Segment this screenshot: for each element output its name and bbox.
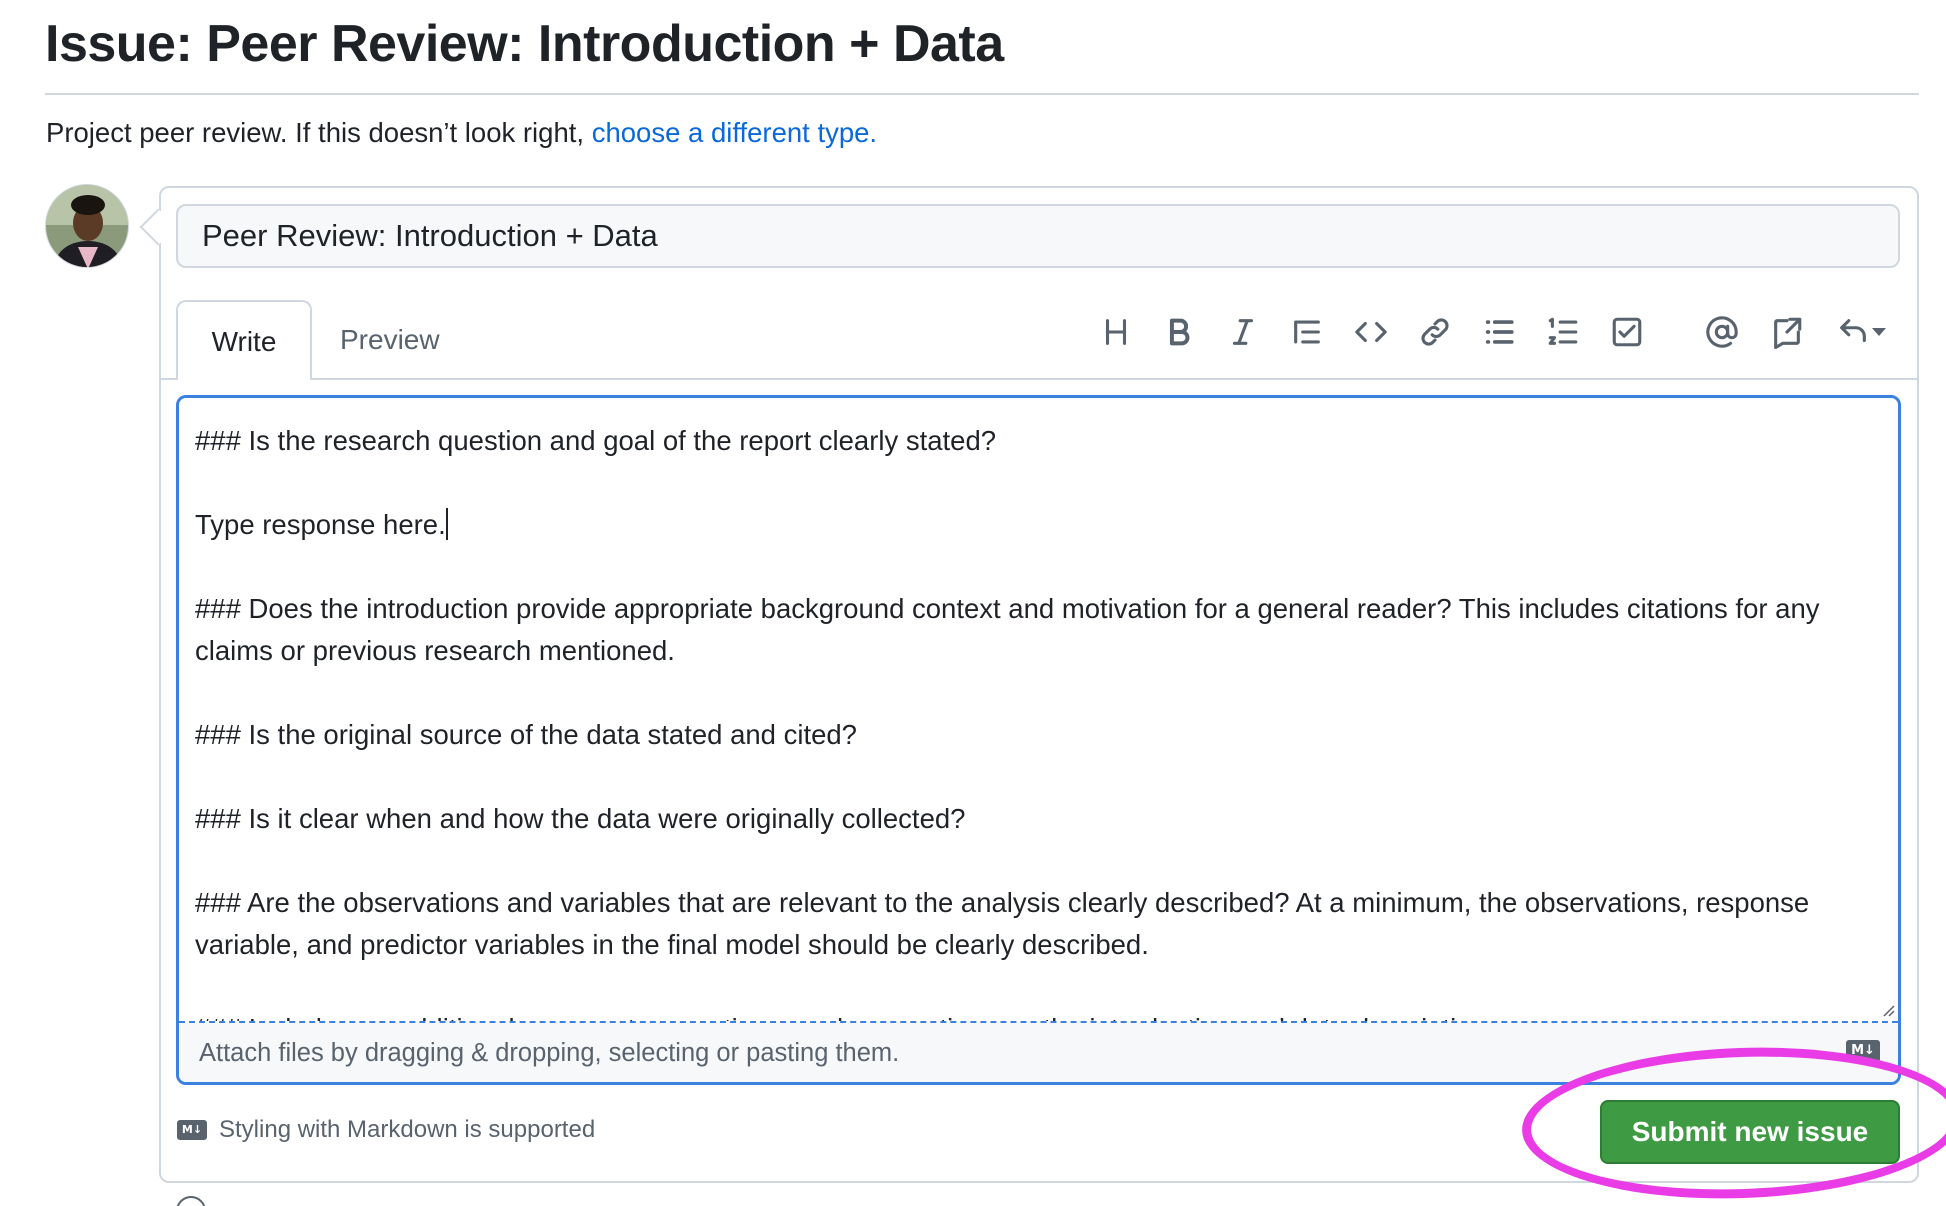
saved-replies-button[interactable]	[1836, 310, 1894, 354]
editor-blank-line	[195, 756, 1882, 798]
code-icon	[1355, 321, 1387, 343]
editor-blank-line	[195, 966, 1882, 1008]
markdown-icon: M↓	[177, 1120, 207, 1140]
mention-button[interactable]	[1700, 310, 1744, 354]
editor-line: Type response here.	[195, 508, 448, 540]
reference-icon	[1774, 317, 1802, 349]
heading-button[interactable]	[1094, 310, 1138, 354]
chevron-down-icon	[1872, 328, 1886, 336]
quote-button[interactable]	[1285, 310, 1329, 354]
editor-line: ### Include any additional comments, que…	[195, 1008, 1882, 1021]
tab-write[interactable]: Write	[176, 300, 312, 380]
link-button[interactable]	[1413, 310, 1457, 354]
text-caret	[445, 508, 448, 540]
markdown-support-note[interactable]: M↓ Styling with Markdown is supported	[177, 1116, 595, 1144]
issue-body-textarea[interactable]: ### Is the research question and goal of…	[179, 398, 1898, 1021]
info-icon	[176, 1196, 206, 1206]
user-avatar[interactable]	[45, 184, 129, 268]
unordered-list-button[interactable]	[1477, 310, 1521, 354]
issue-type-notice-text: Project peer review. If this doesn’t loo…	[46, 117, 592, 148]
choose-different-type-link[interactable]: choose a different type.	[592, 117, 877, 148]
title-divider	[45, 93, 1919, 95]
editor-blank-line	[195, 840, 1882, 882]
editor-line: ### Is it clear when and how the data we…	[195, 803, 966, 834]
ordered-list-button[interactable]	[1541, 310, 1585, 354]
unordered-list-icon	[1485, 320, 1514, 344]
avatar-image	[46, 185, 128, 267]
markdown-support-text: Styling with Markdown is supported	[219, 1116, 596, 1143]
page-title: Issue: Peer Review: Introduction + Data	[45, 15, 1004, 73]
heading-icon	[1105, 319, 1127, 345]
reference-button[interactable]	[1765, 310, 1809, 354]
task-list-icon	[1612, 317, 1642, 347]
bold-button[interactable]	[1157, 310, 1201, 354]
editor-line: ### Is the original source of the data s…	[195, 719, 857, 750]
issue-title-input[interactable]	[176, 204, 1900, 268]
quote-icon	[1294, 320, 1320, 344]
editor-blank-line	[195, 462, 1882, 504]
saved-replies-icon	[1840, 319, 1866, 343]
italic-icon	[1232, 319, 1254, 345]
editor-line: ### Does the introduction provide approp…	[195, 593, 1828, 666]
bold-icon	[1169, 318, 1190, 346]
tab-preview[interactable]: Preview	[340, 300, 440, 380]
editor-blank-line	[195, 672, 1882, 714]
editor-line: ### Is the research question and goal of…	[195, 425, 997, 456]
editor-blank-line	[195, 546, 1882, 588]
issue-type-notice: Project peer review. If this doesn’t loo…	[46, 117, 877, 149]
task-list-button[interactable]	[1605, 310, 1649, 354]
code-button[interactable]	[1349, 310, 1393, 354]
resize-grip-icon[interactable]	[1881, 1003, 1895, 1017]
mention-icon	[1706, 316, 1738, 348]
link-icon	[1421, 318, 1449, 346]
italic-button[interactable]	[1221, 310, 1265, 354]
editor-line: ### Are the observations and variables t…	[195, 887, 1817, 960]
attach-files-hint: Attach files by dragging & dropping, sel…	[199, 1039, 900, 1067]
issue-body-editor[interactable]: ### Is the research question and goal of…	[176, 395, 1901, 1085]
ordered-list-icon	[1548, 317, 1578, 345]
